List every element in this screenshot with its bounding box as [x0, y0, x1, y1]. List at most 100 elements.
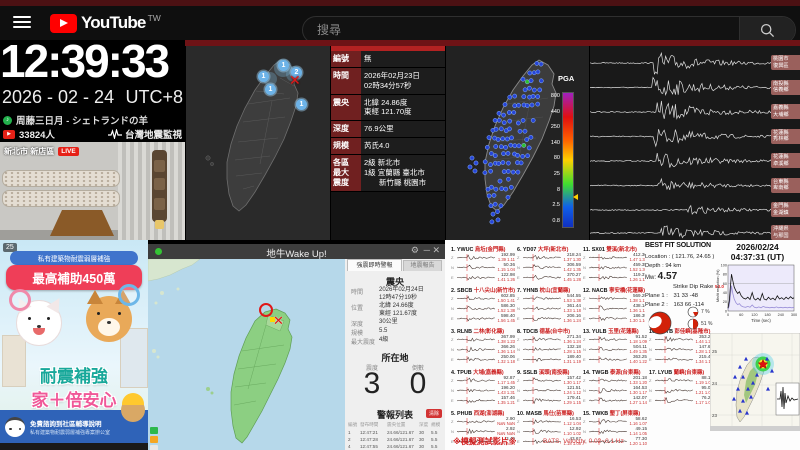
- bats-trace-row: N 49.15 1.14 1.05: [583, 426, 647, 436]
- trace-values: 142.07 1.27 1.14: [628, 395, 647, 405]
- clvd-percent-beachball: [687, 318, 699, 330]
- alert-table-cell: 5.5: [431, 444, 438, 449]
- window-titlebar[interactable]: 地牛Wake Up! ⚙ ─ ✕: [148, 244, 445, 260]
- bats-trace-row: N 132.18 1.28 1.15: [517, 344, 581, 354]
- ad-footer-line2: 私有建築物耐震弱層補強專案辦公室: [30, 429, 111, 436]
- eq-info-row: 編號無: [331, 51, 445, 68]
- trace-component-label: E: [517, 275, 520, 280]
- bats-trace-row: E 250.06 1.32 1.18: [451, 354, 515, 364]
- bats-trace-row: N 586.30 1.52 1.38: [451, 303, 515, 313]
- bats-trace-row: Z 157.42 1.30 1.17: [517, 375, 581, 385]
- alert-table-cell: 24.66/121.67: [387, 430, 414, 435]
- livestream-video[interactable]: 12:39:33 2026 - 02 - 24 UTC+8 ♪ 周藤三日月 - …: [0, 40, 800, 450]
- bats-trace-row: E 76.23 1.17 1.06: [649, 395, 713, 405]
- eq-info-value: 2級 新北市 1級 宜蘭縣 臺北市 新竹縣 桃園市: [361, 155, 445, 191]
- search-icon: [760, 23, 775, 37]
- wakeup-row-value: 4級: [379, 337, 389, 343]
- alert-table-cell: 5.5: [431, 430, 438, 435]
- trace-ratio: 1.40 1.22: [629, 358, 647, 364]
- shiba-dog-mascot: [86, 284, 140, 342]
- intensity-marker: 1: [265, 84, 276, 95]
- trace-values: 49.15 1.14 1.05: [628, 426, 647, 436]
- eq-info-label: 震央: [331, 94, 361, 120]
- trace-values: 586.30 1.52 1.38: [496, 303, 515, 313]
- epicenter-region-map: 25 24 23: [710, 333, 800, 431]
- bats-trace-row: E 215.44 1.34 1.19: [649, 354, 713, 364]
- bats-trace-row: Z 367.99 1.38 1.23: [451, 334, 515, 344]
- trace-values: 192.99 1.39 1.11: [496, 252, 515, 262]
- map-legend-icon[interactable]: [150, 427, 158, 434]
- trace-component-label: E: [517, 316, 520, 321]
- trace-component-label: N: [517, 429, 520, 434]
- ad-headline-1: 耐震補強: [40, 367, 108, 386]
- trace-component-label: N: [583, 388, 586, 393]
- trace-component-label: N: [451, 347, 454, 352]
- trace-values: 164.53 1.30 1.17: [628, 385, 647, 395]
- alert-table-header: 震央位置: [387, 422, 406, 427]
- youtube-play-icon: [50, 13, 77, 33]
- trace-values: 370.27 1.45 1.28: [562, 272, 581, 282]
- wakeup-row-label: 最大震度: [351, 340, 376, 346]
- bats-trace-row: Z 16.53 1.12 1.04: [517, 416, 581, 426]
- wakeup-row-label: 深度: [351, 322, 364, 328]
- bats-trace-row: Z 412.36 1.47 1.33: [583, 252, 647, 262]
- ad-footer-line1: 免費諮詢到社區輔導說明: [30, 420, 102, 428]
- clear-alerts-button[interactable]: 清除: [425, 409, 442, 418]
- seismo-station-label: 花蓮縣 秀林鄉: [771, 128, 800, 144]
- local-intensity-value: 3: [363, 367, 381, 400]
- pga-scale-tick: 800: [550, 93, 560, 99]
- close-icon[interactable]: ✕: [432, 245, 440, 256]
- trace-values: 77.30 1.20 1.10: [628, 436, 647, 446]
- tab-eew-alert[interactable]: 強震即時警報: [347, 259, 402, 271]
- trace-component-label: Z: [583, 255, 586, 260]
- advertisement-overlay[interactable]: 25 私有建築物耐震弱層補強 最高補助450萬 耐震補強 家＋倍安心 免費諮詢到…: [0, 240, 148, 450]
- alert-table-cell: 2: [348, 437, 351, 442]
- bats-trace-row: Z 569.29 1.38 1.17: [583, 293, 647, 303]
- dc-percent-beachball: [687, 306, 699, 318]
- wakeup-map: ✕: [148, 259, 345, 450]
- helmet-pug-mascot: [121, 393, 145, 422]
- pga-scale-tick: 80: [553, 155, 560, 162]
- magnifier-icon: [9, 289, 31, 311]
- bats-trace-row: N 12.92 1.10 1.02: [517, 426, 581, 436]
- alert-table-cell: 30: [419, 437, 425, 442]
- map-legend-icon[interactable]: [150, 445, 158, 450]
- bats-station-block: 17. LYUB 蘭嶼(台東縣) Z 88.14 1.19 1.08 N 95.07 1.2…: [649, 368, 713, 408]
- trace-values: 132.18 1.28 1.15: [562, 344, 581, 354]
- bats-trace-row: N 438.14 1.36 1.12: [583, 303, 647, 313]
- focal-mechanism-beachball: [648, 311, 672, 335]
- map-legend-icon[interactable]: [150, 436, 158, 443]
- pga-scale-tick: 140: [550, 139, 560, 146]
- bats-station-block: 14. TWGB 泰源(台東縣) Z 201.18 1.33 1.20 N 164.53 1…: [583, 368, 647, 408]
- bats-station-block: 9. SSLB 溪頭(南投縣) Z 157.42 1.30 1.17 N 121.51 1.…: [517, 368, 581, 408]
- bestfit-depth-value: 94 km: [665, 263, 682, 269]
- trace-component-label: Z: [583, 378, 586, 383]
- logo-region: TW: [147, 13, 161, 23]
- alert-table-cell: 12:47:55: [360, 444, 378, 449]
- earthquake-info-table: 編號無時間 2026年02月23日 02時34分57秒 震央 北緯 24.86度 東經…: [331, 51, 445, 192]
- trace-values: 179.41 1.29 1.15: [562, 395, 581, 405]
- minimize-icon[interactable]: ─: [424, 245, 430, 255]
- bats-waveform-panel: 1. YWUC 烏坵(金門縣) Z 192.99 1.39 1.11 N 50.36 1.1…: [445, 240, 800, 450]
- trace-component-label: Z: [583, 296, 586, 301]
- seismic-waveform-icon: [107, 129, 122, 139]
- trace-component-label: N: [583, 347, 586, 352]
- youtube-logo[interactable]: YouTube TW: [50, 13, 161, 33]
- clock-date: 2026 - 02 - 24: [2, 87, 115, 107]
- trace-component-label: Z: [649, 378, 652, 383]
- tab-eq-report[interactable]: 地震報告: [403, 260, 442, 271]
- settings-gear-icon[interactable]: ⚙: [411, 245, 419, 256]
- trace-ratio: 1.35 1.21: [497, 399, 515, 405]
- bats-trace-row: E 186.39 1.30 1.16: [583, 313, 647, 323]
- svg-text:240: 240: [778, 313, 784, 317]
- trace-values: 306.59 1.42 1.35: [562, 262, 581, 272]
- bestfit-mw-label: Mw:: [645, 275, 656, 281]
- trace-ratio: 1.32 1.18: [497, 358, 515, 364]
- pga-scale-tick: 8: [556, 186, 560, 193]
- bats-trace-row: N 504.11 1.49 1.35: [583, 344, 647, 354]
- eq-info-value: 無: [361, 51, 445, 67]
- trace-ratio: 1.45 1.28: [563, 276, 581, 282]
- trace-values: 602.85 1.50 1.41: [496, 293, 515, 303]
- menu-icon[interactable]: [13, 16, 31, 29]
- bats-trace-row: Z 92.87 1.17 1.45: [451, 375, 515, 385]
